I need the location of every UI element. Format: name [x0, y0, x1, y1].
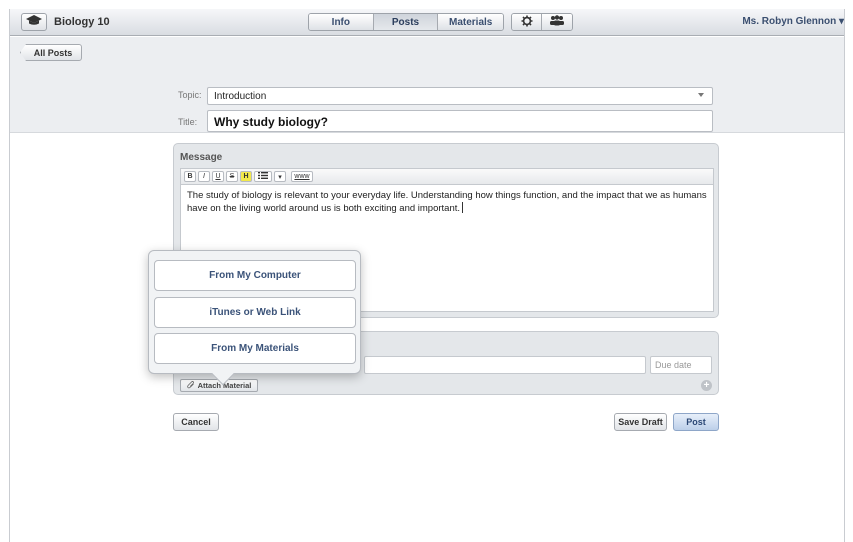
text-cursor — [462, 202, 464, 213]
underline-button[interactable]: U — [212, 171, 224, 182]
chevron-down-icon — [698, 93, 704, 97]
course-title: Biology 10 — [54, 16, 110, 28]
tab-materials[interactable]: Materials — [438, 14, 503, 30]
message-body-line-2: have on the living world around us is bo… — [187, 203, 461, 214]
page: Biology 10 Info Posts Materials Ms. Roby… — [9, 9, 845, 542]
graduation-cap-icon — [26, 13, 42, 31]
topic-value: Introduction — [214, 91, 267, 102]
italic-button[interactable]: I — [198, 171, 210, 182]
message-panel-title: Message — [180, 152, 223, 163]
from-my-materials-option[interactable]: From My Materials — [154, 333, 356, 364]
tab-info[interactable]: Info — [309, 14, 374, 30]
all-posts-back-button[interactable]: All Posts — [20, 44, 82, 61]
title-input[interactable]: Why study biology? — [207, 110, 713, 132]
main-tabs: Info Posts Materials — [308, 13, 504, 31]
tab-posts[interactable]: Posts — [373, 14, 439, 30]
add-icon[interactable]: + — [701, 380, 712, 391]
save-draft-button[interactable]: Save Draft — [614, 413, 667, 431]
material-field[interactable] — [364, 356, 646, 374]
people-icon — [549, 15, 565, 29]
list-options-dropdown[interactable]: ▾ — [274, 171, 286, 182]
title-label: Title: — [178, 117, 198, 127]
course-icon-button[interactable] — [21, 13, 47, 31]
editor-toolbar: B I U S H ▾ www — [180, 168, 714, 184]
cancel-button[interactable]: Cancel — [173, 413, 219, 431]
itunes-or-web-link-option[interactable]: iTunes or Web Link — [154, 297, 356, 328]
topic-label: Topic: — [178, 90, 202, 100]
bullet-list-icon — [258, 172, 268, 181]
post-button[interactable]: Post — [673, 413, 719, 431]
top-bar: Biology 10 Info Posts Materials Ms. Roby… — [10, 9, 844, 36]
message-body-line-1: The study of biology is relevant to your… — [187, 190, 707, 201]
user-menu[interactable]: Ms. Robyn Glennon ▾ — [742, 16, 844, 27]
post-header-area: All Posts Topic: Introduction Title: Why… — [10, 37, 844, 133]
list-button[interactable] — [254, 171, 272, 182]
from-my-computer-option[interactable]: From My Computer — [154, 260, 356, 291]
paperclip-icon — [186, 380, 195, 391]
attach-material-popover: From My Computer iTunes or Web Link From… — [148, 250, 361, 386]
settings-button[interactable] — [512, 14, 543, 30]
strikethrough-button[interactable]: S — [226, 171, 238, 182]
due-date-input[interactable]: Due date — [650, 356, 712, 374]
insert-link-button[interactable]: www — [291, 171, 313, 182]
highlight-button[interactable]: H — [240, 171, 252, 182]
bold-button[interactable]: B — [184, 171, 196, 182]
tool-buttons — [511, 13, 573, 31]
gear-icon — [521, 15, 533, 30]
topic-select[interactable]: Introduction — [207, 87, 713, 105]
members-button[interactable] — [542, 14, 572, 30]
